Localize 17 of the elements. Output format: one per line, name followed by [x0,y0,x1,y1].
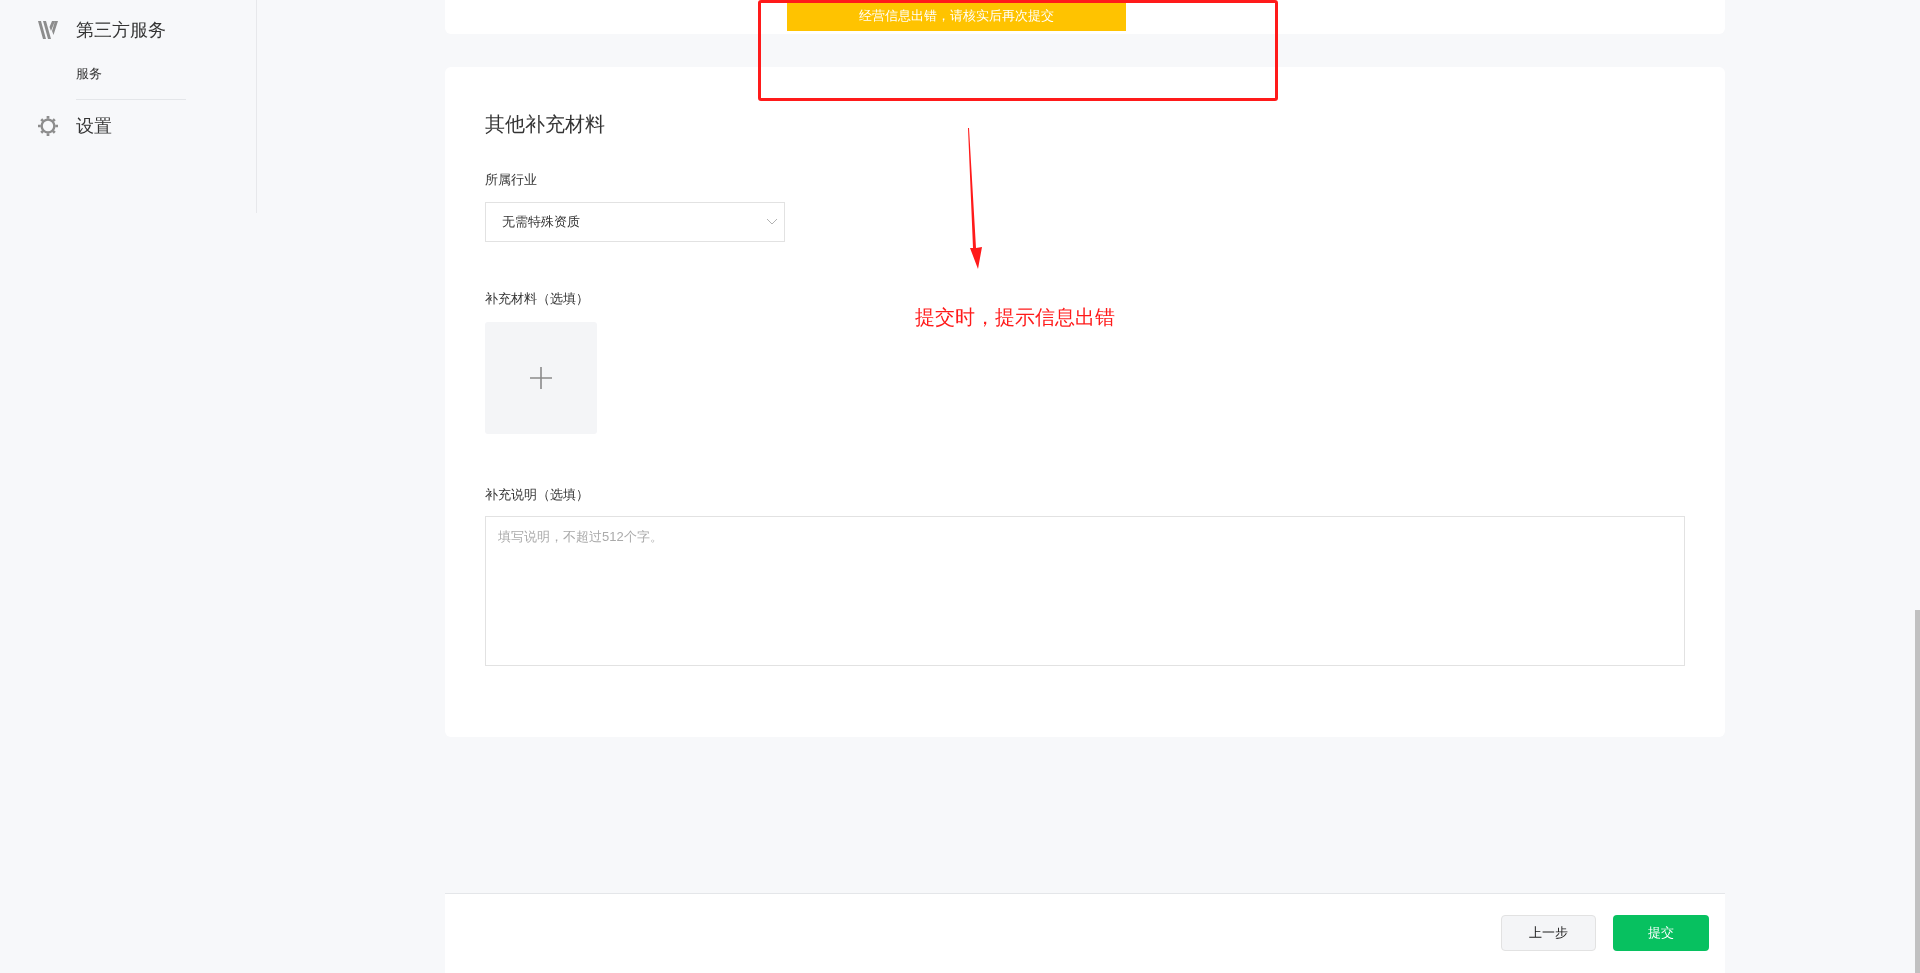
chevron-down-icon [766,218,778,226]
upload-button[interactable] [485,322,597,434]
notes-textarea[interactable]: 填写说明，不超过512个字。 [485,516,1685,666]
annotation-text: 提交时，提示信息出错 [915,305,1115,330]
logo-icon [38,21,58,39]
plus-icon [530,367,552,389]
nav-item[interactable]: 第三方服务 [76,16,166,44]
scrollbar[interactable] [1915,610,1920,973]
nav-subitem[interactable]: 服务 [76,66,102,81]
field-label: 补充材料（选填） [485,290,590,308]
settings-icon [38,115,58,137]
nav-item[interactable]: 设置 [76,112,112,140]
field-label: 补充说明（选填） [485,486,590,504]
section-title: 其他补充材料 [485,112,606,137]
field-label: 所属行业 [485,171,538,189]
industry-select[interactable]: 无需特殊资质 [485,202,785,242]
back-button[interactable]: 上一步 [1501,915,1596,951]
